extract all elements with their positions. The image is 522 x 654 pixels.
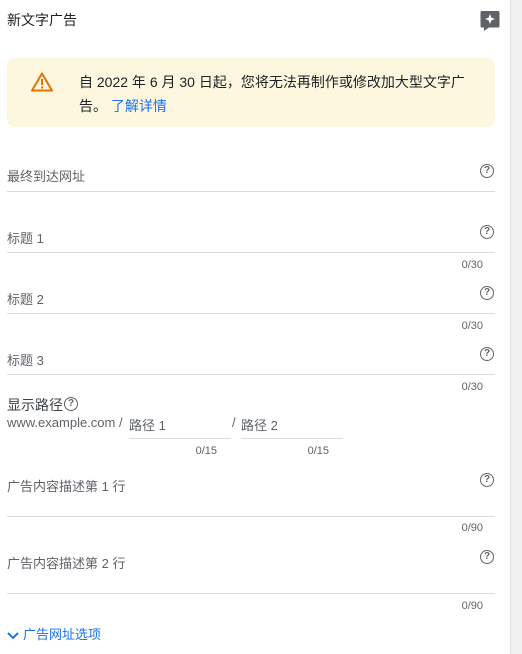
path-1-counter: 0/15 bbox=[195, 445, 217, 457]
headline-3-counter: 0/30 bbox=[461, 381, 483, 393]
description-1-label: 广告内容描述第 1 行 bbox=[7, 479, 126, 494]
path-2-counter: 0/15 bbox=[307, 445, 329, 457]
path-2-underline bbox=[241, 438, 343, 439]
warning-icon bbox=[31, 72, 53, 92]
description-2-counter: 0/90 bbox=[461, 600, 483, 612]
sparkle-icon[interactable] bbox=[480, 10, 500, 32]
headline-3-input[interactable] bbox=[7, 374, 495, 375]
ad-url-options-label: 广告网址选项 bbox=[23, 627, 102, 642]
ad-url-options-toggle[interactable]: 广告网址选项 bbox=[7, 624, 101, 643]
help-icon[interactable]: ? bbox=[480, 347, 494, 361]
scrollbar[interactable] bbox=[510, 0, 522, 654]
help-icon[interactable]: ? bbox=[480, 225, 494, 239]
learn-more-link[interactable]: 了解详情 bbox=[111, 98, 167, 114]
description-2-input[interactable] bbox=[7, 593, 495, 594]
help-icon[interactable]: ? bbox=[480, 164, 494, 178]
headline-1-counter: 0/30 bbox=[461, 259, 483, 271]
chevron-down-icon bbox=[7, 628, 19, 643]
page-title: 新文字广告 bbox=[7, 12, 77, 28]
path-2-input[interactable]: 路径 2 bbox=[241, 415, 278, 434]
headline-1-label: 标题 1 bbox=[7, 231, 44, 246]
path-1-underline bbox=[129, 438, 231, 439]
headline-2-input[interactable] bbox=[7, 313, 495, 314]
help-icon[interactable]: ? bbox=[480, 473, 494, 487]
headline-1-input[interactable] bbox=[7, 252, 495, 253]
help-icon[interactable]: ? bbox=[480, 550, 494, 564]
description-2-label: 广告内容描述第 2 行 bbox=[7, 556, 126, 571]
headline-2-label: 标题 2 bbox=[7, 292, 44, 307]
description-1-counter: 0/90 bbox=[461, 522, 483, 534]
new-text-ad-panel: 新文字广告 自 2022 年 6 月 30 日起，您将无法再制作或修改加大型文字… bbox=[0, 0, 510, 654]
headline-2-counter: 0/30 bbox=[461, 320, 483, 332]
description-1-input[interactable] bbox=[7, 516, 495, 517]
help-icon[interactable]: ? bbox=[64, 397, 78, 411]
warning-message: 自 2022 年 6 月 30 日起，您将无法再制作或修改加大型文字广告。 了解… bbox=[79, 70, 479, 118]
path-separator: / bbox=[232, 415, 236, 430]
path-1-input[interactable]: 路径 1 bbox=[129, 415, 166, 434]
final-url-input[interactable] bbox=[7, 191, 495, 192]
panel-header: 新文字广告 bbox=[7, 8, 502, 36]
display-path-label: 显示路径 bbox=[7, 397, 63, 413]
deprecation-warning-banner: 自 2022 年 6 月 30 日起，您将无法再制作或修改加大型文字广告。 了解… bbox=[7, 58, 495, 127]
headline-3-label: 标题 3 bbox=[7, 353, 44, 368]
display-path-domain: www.example.com / bbox=[7, 415, 123, 430]
final-url-label: 最终到达网址 bbox=[7, 169, 86, 184]
help-icon[interactable]: ? bbox=[480, 286, 494, 300]
